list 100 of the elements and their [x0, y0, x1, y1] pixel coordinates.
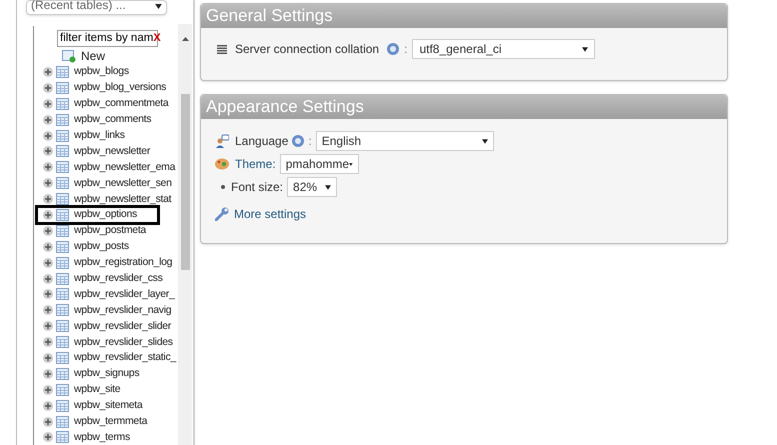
table-link[interactable]: wpbw_revslider_static_: [74, 351, 176, 364]
table-icon: [56, 272, 69, 285]
expand-icon[interactable]: [43, 289, 53, 300]
table-icon: [56, 208, 69, 221]
table-link[interactable]: wpbw_revslider_layer_: [74, 288, 174, 301]
caret-icon: [325, 184, 332, 190]
table-link[interactable]: wpbw_newsletter_ema: [74, 160, 176, 174]
table-icon: [56, 193, 69, 206]
table-link[interactable]: wpbw_options: [74, 208, 137, 222]
table-link[interactable]: wpbw_signups: [74, 367, 140, 380]
font-size-dropdown[interactable]: 82%: [287, 177, 338, 197]
expand-icon[interactable]: [43, 384, 53, 395]
table-icon: [56, 130, 69, 142]
filter-field[interactable]: filter items by namX: [57, 30, 158, 47]
table-link[interactable]: wpbw_revslider_css: [74, 272, 163, 286]
expand-icon[interactable]: [43, 66, 53, 77]
table-link[interactable]: wpbw_newsletter_sen: [74, 176, 172, 190]
table-icon: [56, 320, 69, 332]
table-icon: [56, 82, 69, 94]
table-icon: [56, 352, 69, 364]
table-link[interactable]: wpbw_posts: [74, 240, 129, 254]
field-label: Language: [235, 133, 288, 150]
table-link[interactable]: wpbw_registration_log: [74, 256, 172, 270]
table-icon: [56, 288, 69, 300]
clear-button[interactable]: X: [153, 30, 161, 47]
panel-title: Appearance Settings: [206, 96, 364, 118]
expand-icon[interactable]: [43, 368, 53, 379]
expand-icon[interactable]: [43, 130, 53, 140]
expand-icon[interactable]: [43, 162, 53, 172]
table-link[interactable]: wpbw_newsletter: [74, 144, 150, 158]
help-icon[interactable]: [387, 43, 400, 55]
theme-dropdown[interactable]: pmahomme: [280, 154, 359, 174]
table-link[interactable]: wpbw_site: [74, 383, 120, 396]
table-link[interactable]: wpbw_links: [74, 129, 125, 142]
table-link[interactable]: wpbw_termmeta: [74, 415, 148, 428]
collation-dropdown[interactable]: utf8_general_ci: [412, 39, 596, 59]
recent-tables-dropdown[interactable]: (Recent tables) ...: [26, 0, 167, 15]
expand-icon[interactable]: [43, 114, 53, 125]
theme-link[interactable]: Theme:: [235, 155, 276, 173]
caret-icon: [582, 46, 588, 52]
table-link[interactable]: wpbw_comments: [74, 113, 152, 126]
table-icon: [56, 114, 69, 126]
table-icon: [56, 304, 69, 316]
table-icon: [56, 66, 69, 78]
table-icon: [56, 336, 69, 348]
expand-icon[interactable]: [43, 274, 53, 284]
expand-icon[interactable]: [43, 210, 53, 220]
expand-icon[interactable]: [43, 258, 53, 268]
table-icon: [56, 161, 69, 174]
table-icon: [56, 384, 69, 396]
table-icon: [56, 256, 69, 269]
table-icon: [56, 145, 69, 158]
table-icon: [56, 416, 69, 428]
expand-icon[interactable]: [43, 194, 53, 204]
expand-icon[interactable]: [43, 432, 53, 442]
panel-title: General Settings: [206, 5, 333, 28]
expand-icon[interactable]: [43, 146, 53, 156]
expand-icon[interactable]: [43, 82, 53, 93]
caret-icon: [155, 4, 162, 9]
expand-icon[interactable]: [43, 226, 53, 236]
expand-icon[interactable]: [43, 400, 53, 411]
table-link[interactable]: wpbw_terms: [74, 430, 130, 444]
new-table-icon: [62, 50, 76, 62]
table-icon: [56, 224, 69, 237]
expand-icon[interactable]: [43, 416, 53, 427]
table-link[interactable]: wpbw_blog_versions: [74, 81, 166, 94]
table-link[interactable]: wpbw_revslider_slides: [74, 336, 173, 349]
help-icon[interactable]: [292, 135, 304, 147]
expand-icon[interactable]: [43, 242, 53, 252]
table-icon: [56, 98, 69, 110]
table-link[interactable]: wpbw_revslider_navig: [74, 304, 172, 317]
table-icon: [56, 368, 69, 380]
separator-text: :: [404, 41, 408, 58]
table-icon: [56, 400, 69, 412]
table-link[interactable]: wpbw_revslider_slider: [74, 320, 171, 333]
table-link[interactable]: wpbw_newsletter_stat: [74, 192, 172, 206]
expand-icon[interactable]: [43, 178, 53, 188]
separator-text: :: [308, 133, 312, 150]
table-link[interactable]: wpbw_sitemeta: [74, 399, 142, 412]
caret-icon: [349, 162, 353, 166]
expand-icon[interactable]: [43, 337, 53, 348]
new-table-link[interactable]: New: [81, 47, 106, 65]
list-icon: [217, 44, 227, 54]
field-label: Font size:: [231, 179, 284, 196]
table-icon: [56, 431, 69, 444]
language-dropdown[interactable]: English: [316, 131, 494, 151]
expand-icon[interactable]: [43, 305, 53, 316]
table-link[interactable]: wpbw_blogs: [74, 65, 129, 78]
palette-icon: [215, 158, 229, 170]
scrollbar-thumb[interactable]: [181, 94, 190, 270]
table-link[interactable]: wpbw_postmeta: [74, 224, 146, 238]
more-settings-link[interactable]: More settings: [234, 205, 306, 223]
person-speech-icon: [215, 134, 229, 148]
field-label: Server connection collation: [235, 41, 380, 58]
bullet-icon: [221, 185, 225, 189]
expand-icon[interactable]: [43, 98, 53, 109]
expand-icon[interactable]: [43, 352, 53, 363]
table-link[interactable]: wpbw_commentmeta: [74, 97, 168, 110]
table-icon: [56, 240, 69, 253]
expand-icon[interactable]: [43, 321, 53, 332]
